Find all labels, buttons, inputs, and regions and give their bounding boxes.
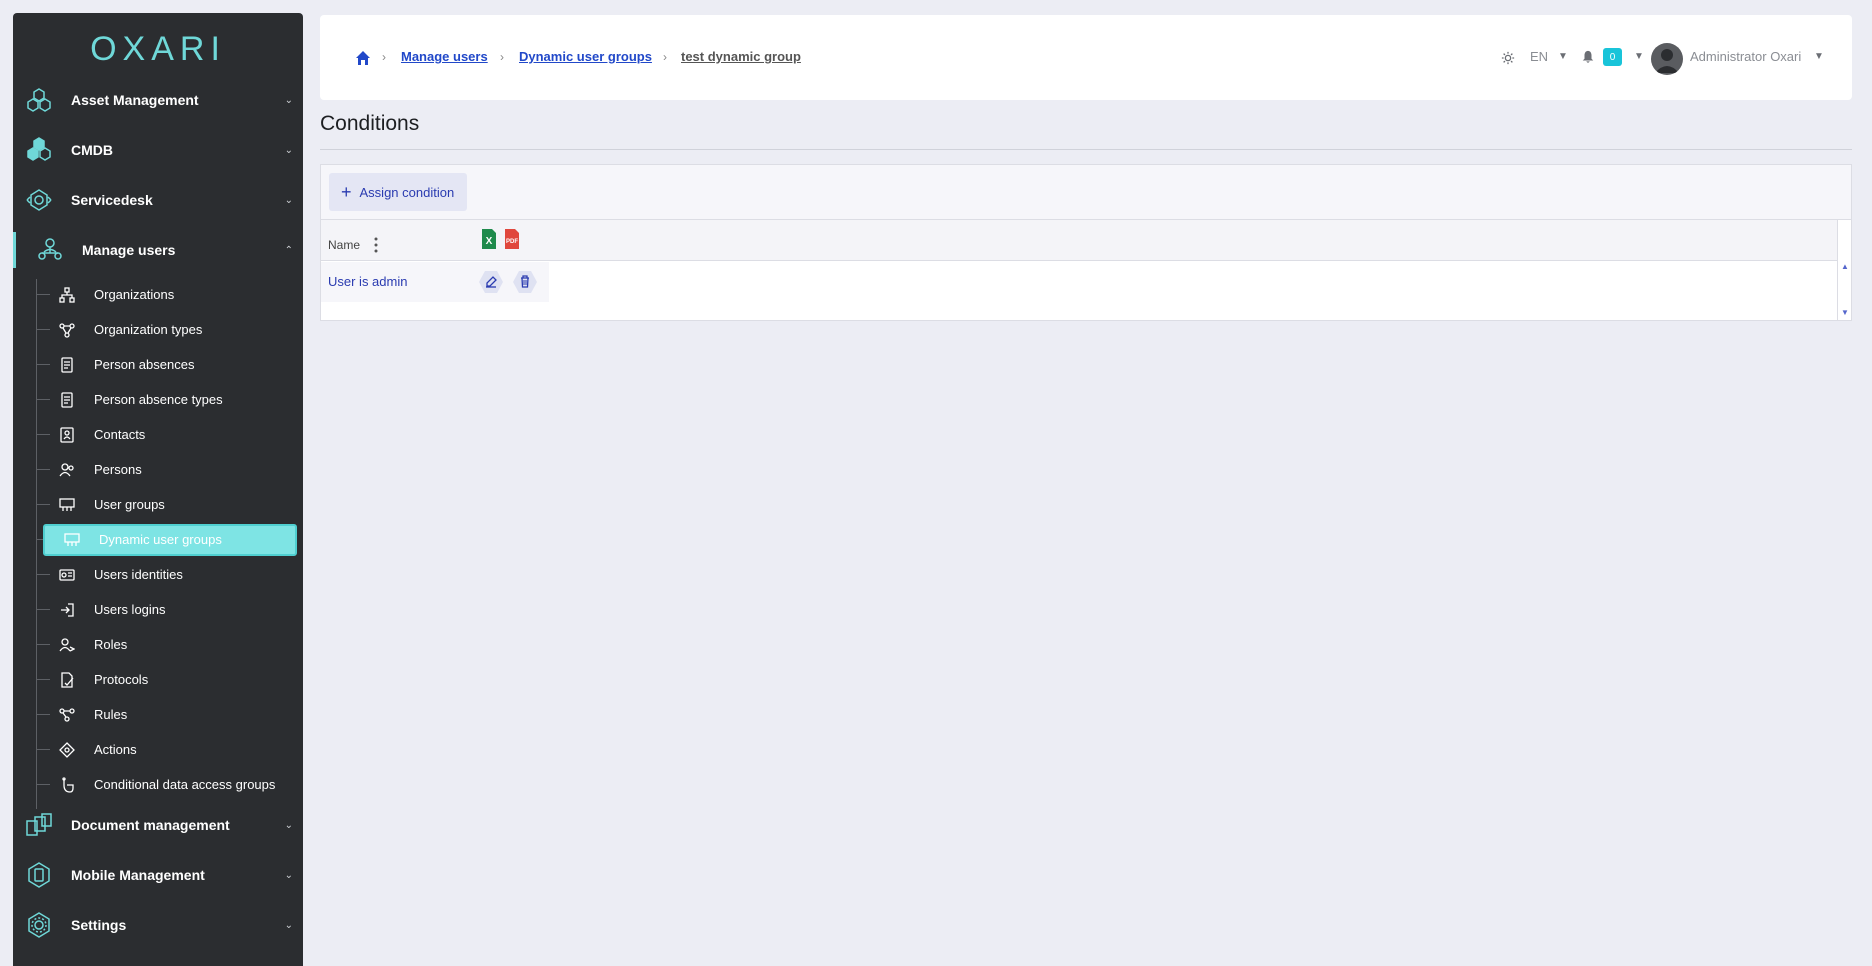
conditions-grid: Name X PDF User is admin ▲ ▼ [320,219,1852,321]
sidebar-item-protocols[interactable]: Protocols [13,663,303,696]
organizations-icon [59,287,75,303]
manage-users-icon [38,238,62,260]
sidebar-section-label: Asset Management [71,92,199,108]
sidebar-section-label: Settings [71,917,127,933]
user-name[interactable]: Administrator Oxari [1690,49,1801,64]
caret-down-icon[interactable]: ▼ [1814,51,1824,62]
sidebar-section-asset-management[interactable]: Asset Management ⌄ [13,78,303,122]
sidebar-section-label: Servicedesk [71,192,153,208]
sidebar-item-person-absence-types[interactable]: Person absence types [13,383,303,416]
sidebar-item-persons[interactable]: Persons [13,453,303,486]
table-row[interactable]: User is admin [321,262,549,302]
breadcrumb-separator: › [382,50,386,64]
roles-icon [59,638,75,652]
sidebar-section-cmdb[interactable]: CMDB ⌄ [13,128,303,172]
excel-export-icon[interactable]: X [481,229,497,249]
protocols-icon [61,672,74,688]
header-bar: › Manage users › Dynamic user groups › t… [320,15,1852,100]
divider [320,149,1852,150]
chevron-down-icon: ⌄ [284,869,293,881]
chevron-down-icon: ⌄ [284,919,293,931]
bell-icon[interactable] [1581,50,1595,64]
assign-condition-button[interactable]: + Assign condition [329,173,467,211]
sidebar-section-servicedesk[interactable]: Servicedesk ⌄ [13,178,303,222]
breadcrumb-separator: › [500,50,504,64]
grid-header: Name X PDF [321,220,1837,261]
sidebar-section-label: Document management [71,817,230,833]
users-logins-icon [61,603,74,617]
caret-down-icon[interactable]: ▼ [1558,51,1568,62]
home-icon[interactable] [355,50,371,66]
rules-icon [59,708,75,722]
persons-icon [59,463,74,477]
sidebar-section-manage-users[interactable]: Manage users ⌃ [13,228,303,272]
dynamic-user-groups-icon [64,533,80,546]
language-selector[interactable]: EN [1530,49,1548,64]
breadcrumb-separator: › [663,50,667,64]
scroll-down-icon[interactable]: ▼ [1841,308,1849,317]
mobile-management-icon [28,862,50,888]
settings-icon [28,912,50,938]
sidebar-item-rules[interactable]: Rules [13,698,303,731]
column-header-name[interactable]: Name [328,238,360,252]
notification-badge[interactable]: 0 [1603,48,1622,66]
sidebar-item-roles[interactable]: Roles [13,628,303,661]
sidebar-item-person-absences[interactable]: Person absences [13,348,303,381]
sidebar-section-label: CMDB [71,142,113,158]
sidebar-item-organization-types[interactable]: Organization types [13,313,303,346]
sidebar-item-users-identities[interactable]: Users identities [13,558,303,591]
scroll-up-icon[interactable]: ▲ [1841,262,1849,271]
sidebar-item-actions[interactable]: Actions [13,733,303,766]
servicedesk-icon [26,189,52,211]
sidebar-section-document-management[interactable]: Document management ⌄ [13,803,303,847]
document-management-icon [26,813,52,836]
sidebar-item-organizations[interactable]: Organizations [13,278,303,311]
svg-text:X: X [486,236,493,247]
conditional-data-access-icon [62,777,74,793]
vertical-scrollbar[interactable]: ▲ ▼ [1837,220,1851,320]
breadcrumb-manage-users[interactable]: Manage users [401,49,488,64]
sidebar-section-settings[interactable]: Settings ⌄ [13,903,303,947]
grid-toolbar: + Assign condition [320,164,1852,220]
column-menu-icon[interactable] [374,237,378,253]
person-absences-icon [61,357,73,373]
sidebar-item-dynamic-user-groups[interactable]: Dynamic user groups [13,523,303,556]
breadcrumb-current[interactable]: test dynamic group [681,49,801,64]
chevron-up-icon: ⌃ [284,244,293,256]
contacts-icon [60,427,74,443]
chevron-down-icon: ⌄ [284,94,293,106]
plus-icon: + [341,182,352,202]
sidebar-item-users-logins[interactable]: Users logins [13,593,303,626]
delete-icon[interactable] [512,270,538,294]
condition-name-link[interactable]: User is admin [328,274,407,289]
chevron-down-icon: ⌄ [284,819,293,831]
sidebar-section-label: Mobile Management [71,867,205,883]
avatar[interactable] [1651,43,1683,75]
sidebar-section-mobile-management[interactable]: Mobile Management ⌄ [13,853,303,897]
user-groups-icon [59,498,75,511]
page-title: Conditions [320,112,420,135]
breadcrumb-dynamic-user-groups[interactable]: Dynamic user groups [519,49,652,64]
sidebar-section-label: Manage users [82,242,176,258]
asset-management-icon [27,88,51,112]
actions-icon [59,742,75,758]
sidebar-item-contacts[interactable]: Contacts [13,418,303,451]
svg-text:PDF: PDF [506,239,518,245]
caret-down-icon[interactable]: ▼ [1634,51,1644,62]
pdf-export-icon[interactable]: PDF [504,229,520,249]
sidebar-item-conditional-data-access-groups[interactable]: Conditional data access groups [13,768,303,801]
edit-icon[interactable] [478,270,504,294]
cmdb-icon [27,137,51,161]
sidebar: OXARI Asset Management ⌄ CMDB ⌄ Serviced… [13,13,303,966]
chevron-down-icon: ⌄ [284,194,293,206]
oxari-logo[interactable]: OXARI [13,30,303,68]
sidebar-item-user-groups[interactable]: User groups [13,488,303,521]
person-absence-types-icon [61,392,73,408]
chevron-down-icon: ⌄ [284,144,293,156]
theme-icon[interactable] [1501,51,1515,65]
users-identities-icon [59,569,75,581]
organization-types-icon [59,323,75,338]
